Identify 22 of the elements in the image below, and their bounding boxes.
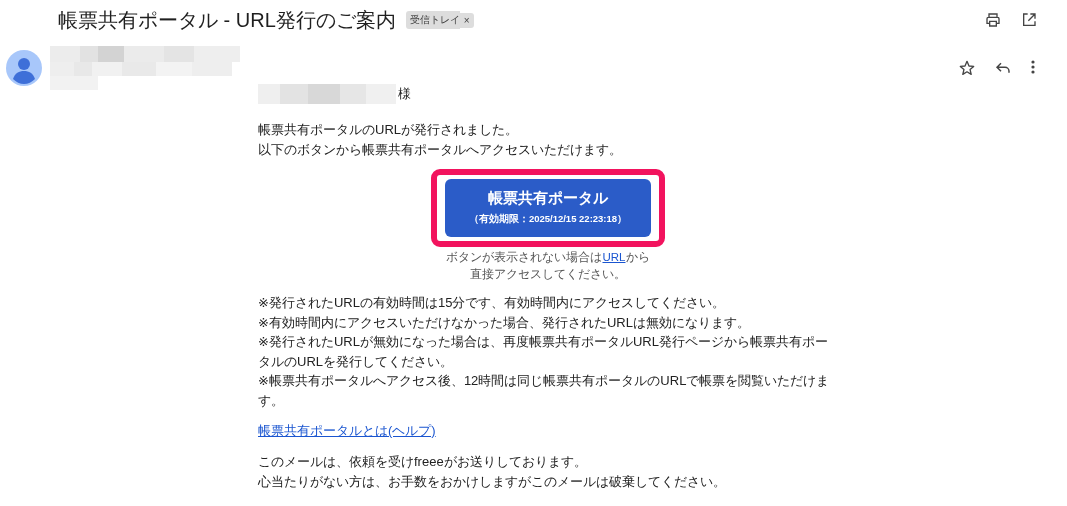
fallback-text: 直接アクセスしてください。 bbox=[470, 267, 626, 282]
intro-text: 以下のボタンから帳票共有ポータルへアクセスいただけます。 bbox=[258, 140, 623, 159]
more-options-icon[interactable] bbox=[1031, 60, 1035, 74]
note-text: ※発行されたURLの有効時間は15分です、有効時間内にアクセスしてください。 bbox=[258, 294, 727, 312]
reply-icon[interactable] bbox=[995, 60, 1011, 76]
note-text: ※有効時間内にアクセスいただけなかった場合、発行されたURLは無効になります。 bbox=[258, 313, 751, 332]
open-in-new-window-icon[interactable] bbox=[1021, 12, 1037, 28]
url-link[interactable]: URL bbox=[602, 251, 626, 263]
email-subject: 帳票共有ポータル - URL発行のご案内 bbox=[58, 7, 396, 33]
fallback-text: ボタンが表示されない場合はURLから bbox=[446, 250, 650, 266]
help-link[interactable]: 帳票共有ポータルとは(ヘルプ) bbox=[258, 422, 436, 440]
intro-text: 帳票共有ポータルのURLが発行されました。 bbox=[258, 121, 519, 139]
note-text: ※発行されたURLが無効になった場合は、再度帳票共有ポータルURL発行ページから帳票共有ポータルのURLを発行してください。 bbox=[258, 333, 829, 371]
note-text: ※帳票共有ポータルへアクセス後、12時間は同じ帳票共有ポータルのURLで帳票を閲覧いただけます。 bbox=[258, 372, 831, 410]
star-icon[interactable] bbox=[959, 60, 975, 76]
inbox-label: 受信トレイ bbox=[405, 11, 460, 29]
print-icon[interactable] bbox=[985, 12, 1001, 28]
footer-text: このメールは、依頼を受けfreeeがお送りしております。 bbox=[258, 453, 588, 471]
portal-button[interactable]: 帳票共有ポータル （有効期限：2025/12/15 22:23:18） bbox=[445, 179, 651, 237]
honorific-text: 様 bbox=[398, 85, 411, 103]
avatar-icon bbox=[6, 50, 42, 86]
footer-text: 心当たりがない方は、お手数をおかけしますがこのメールは破棄してください。 bbox=[258, 472, 727, 491]
